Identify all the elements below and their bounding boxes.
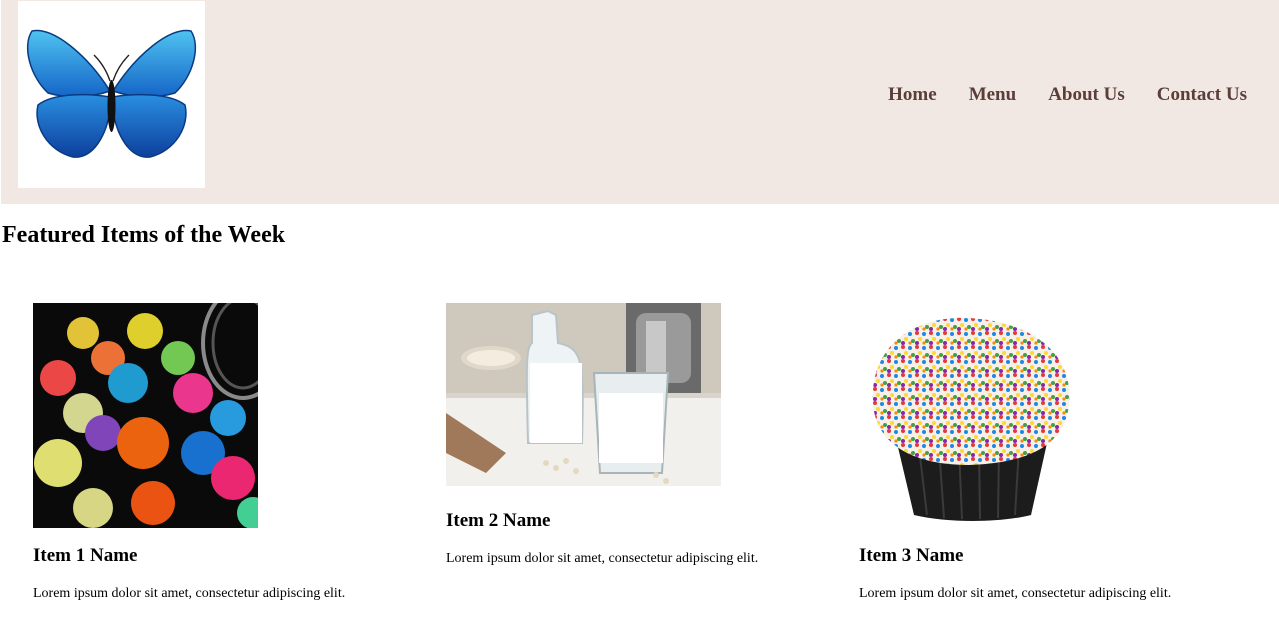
site-logo[interactable] — [18, 1, 205, 188]
item-name: Item 3 Name — [859, 545, 964, 566]
site-header: Home Menu About Us Contact Us — [1, 0, 1279, 204]
item-description: Lorem ipsum dolor sit amet, consectetur … — [446, 551, 759, 566]
featured-item-card: Item 3 Name Lorem ipsum dolor sit amet, … — [859, 303, 1171, 602]
featured-item-card: Item 1 Name Lorem ipsum dolor sit amet, … — [33, 303, 345, 602]
nav-link-home[interactable]: Home — [888, 84, 937, 106]
gummy-bears-image — [33, 303, 258, 528]
featured-item-card: Item 2 Name Lorem ipsum dolor sit amet, … — [446, 303, 758, 567]
milk-bottle-image — [446, 303, 721, 486]
item-name: Item 2 Name — [446, 510, 551, 531]
section-title: Featured Items of the Week — [2, 222, 286, 248]
butterfly-icon — [26, 29, 197, 158]
item-description: Lorem ipsum dolor sit amet, consectetur … — [33, 586, 346, 601]
main-nav: Home Menu About Us Contact Us — [888, 84, 1247, 106]
nav-link-about-us[interactable]: About Us — [1048, 84, 1125, 106]
nav-link-contact-us[interactable]: Contact Us — [1157, 84, 1247, 106]
nav-link-menu[interactable]: Menu — [969, 84, 1017, 106]
item-name: Item 1 Name — [33, 545, 138, 566]
item-description: Lorem ipsum dolor sit amet, consectetur … — [859, 586, 1172, 601]
sprinkle-cupcake-image — [859, 303, 1084, 528]
